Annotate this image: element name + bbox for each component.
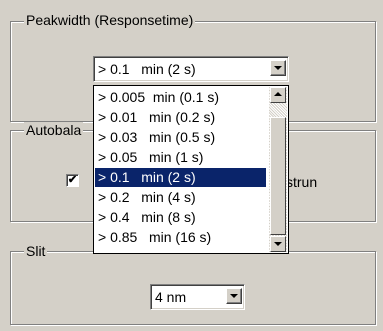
scrollbar-thumb[interactable]	[270, 117, 286, 235]
slit-select-value: 4 nm	[155, 289, 187, 305]
dropdown-option[interactable]: > 0.005 min (0.1 s)	[95, 88, 266, 107]
peakwidth-group-title: Peakwidth (Responsetime)	[24, 12, 196, 28]
autobalance-group-title: Autobala	[24, 122, 84, 138]
dropdown-option[interactable]: > 0.05 min (1 s)	[95, 148, 266, 167]
slit-group-title: Slit	[24, 243, 48, 259]
arrow-down-icon	[274, 242, 282, 246]
dropdown-option[interactable]: > 0.2 min (4 s)	[95, 188, 266, 207]
peakwidth-select[interactable]: > 0.1 min (2 s)	[93, 56, 289, 82]
arrow-up-icon	[274, 92, 282, 96]
dropdown-option[interactable]: > 0.4 min (8 s)	[95, 208, 266, 227]
dropdown-option-selected[interactable]: > 0.1 min (2 s)	[95, 168, 266, 187]
chevron-down-icon	[274, 66, 282, 70]
dropdown-scrollbar[interactable]	[269, 87, 287, 252]
chevron-down-icon	[230, 294, 238, 298]
dropdown-option[interactable]: > 0.03 min (0.5 s)	[95, 128, 266, 147]
dropdown-option[interactable]: > 0.85 min (16 s)	[95, 228, 266, 247]
autobalance-checkbox-label: strun	[286, 174, 318, 190]
slit-dropdown-button[interactable]	[226, 288, 242, 304]
slit-select[interactable]: 4 nm	[150, 284, 245, 310]
peakwidth-dropdown-list: > 0.005 min (0.1 s) > 0.01 min (0.2 s) >…	[93, 85, 289, 254]
dropdown-option[interactable]: > 0.01 min (0.2 s)	[95, 108, 266, 127]
scroll-up-button[interactable]	[270, 87, 286, 103]
scroll-down-button[interactable]	[270, 236, 286, 252]
autobalance-checkbox[interactable]: ✔	[66, 174, 79, 187]
peakwidth-dropdown-button[interactable]	[270, 60, 286, 76]
peakwidth-select-value: > 0.1 min (2 s)	[98, 61, 196, 77]
